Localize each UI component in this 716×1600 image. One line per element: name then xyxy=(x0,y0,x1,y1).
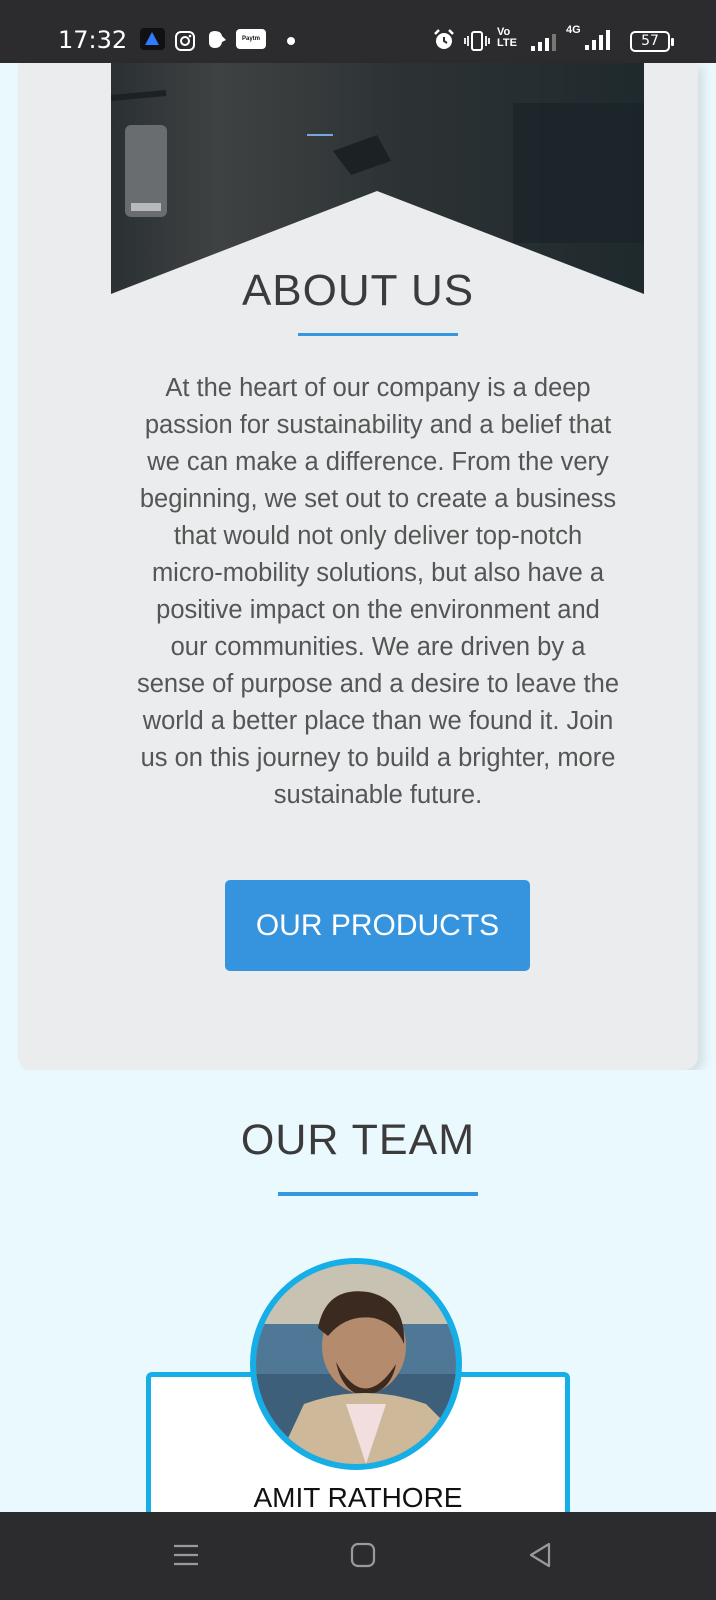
team-member-name: AMIT RATHORE xyxy=(253,1482,463,1513)
about-title-underline xyxy=(298,333,458,336)
home-button[interactable] xyxy=(303,1512,423,1600)
paytm-icon: Paytm xyxy=(236,29,266,49)
dot-icon xyxy=(287,37,295,45)
volte-bottom-label: LTE xyxy=(497,37,517,49)
recent-apps-icon xyxy=(174,1544,198,1565)
team-title: OUR TEAM xyxy=(240,1116,476,1164)
status-bar: 17:32 Paytm Vo LTE 4G 57 xyxy=(0,0,716,63)
team-section: OUR TEAM AMIT RATHORE xyxy=(0,1070,716,1542)
instagram-icon xyxy=(175,31,195,51)
notification-icon xyxy=(209,31,226,48)
navigation-bar xyxy=(0,1512,716,1600)
avatar xyxy=(250,1258,462,1470)
volte-icon: Vo LTE xyxy=(497,27,517,51)
battery-icon: 57 xyxy=(630,31,674,52)
mobile-data-label: 4G xyxy=(566,24,581,36)
alarm-icon xyxy=(434,29,454,49)
signal-4g-icon xyxy=(585,30,610,50)
back-button[interactable] xyxy=(480,1512,600,1600)
recent-apps-button[interactable] xyxy=(126,1512,246,1600)
about-section: ABOUT US At the heart of our company is … xyxy=(18,63,698,1070)
vibrate-icon xyxy=(464,31,490,51)
team-title-underline xyxy=(278,1192,478,1196)
our-products-button[interactable]: OUR PRODUCTS xyxy=(225,880,530,971)
status-time: 17:32 xyxy=(58,26,128,54)
member-photo xyxy=(256,1264,456,1464)
about-title: ABOUT US xyxy=(241,266,475,315)
about-description: At the heart of our company is a deep pa… xyxy=(137,374,619,809)
signal-icon xyxy=(531,34,556,51)
hero-image xyxy=(111,63,644,294)
home-icon xyxy=(350,1542,376,1567)
app-icon xyxy=(140,28,165,50)
back-icon xyxy=(529,1542,551,1567)
